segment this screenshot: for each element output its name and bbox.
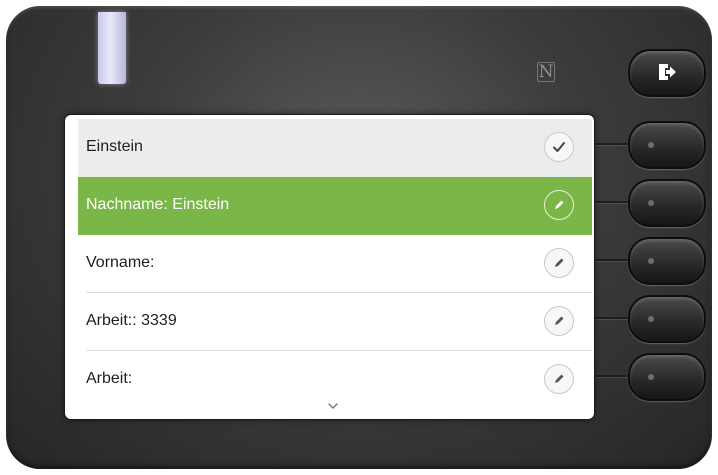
nfc-icon: N: [537, 62, 555, 82]
pencil-icon: [555, 200, 564, 209]
contact-name-header-row[interactable]: Einstein: [78, 119, 592, 177]
softkey-dot-icon: [648, 374, 654, 380]
list-item-arbeit-1[interactable]: Arbeit:: 3339: [78, 293, 592, 351]
softkey-dot-icon: [648, 316, 654, 322]
chevron-down-icon: [328, 403, 338, 410]
softkey-5-button[interactable]: [628, 353, 706, 401]
list-item-nachname[interactable]: Nachname: Einstein: [78, 177, 592, 235]
row-label: Vorname:: [86, 254, 155, 271]
edit-button[interactable]: [544, 364, 574, 394]
row-label: Nachname: Einstein: [86, 196, 230, 213]
softkey-dot-icon: [648, 258, 654, 264]
softkey-1-connector: [592, 143, 630, 145]
softkey-2-connector: [592, 201, 630, 203]
message-led-indicator: [98, 12, 126, 84]
softkey-5-connector: [592, 375, 630, 377]
edit-button[interactable]: [544, 190, 574, 220]
row-label: Arbeit:: 3339: [86, 312, 177, 329]
display-screen: Einstein Nachname: Einstein Vorname: Arb…: [65, 115, 594, 419]
phone-device-bezel: N Einstein Nachname: Einstein Vorname: A…: [6, 6, 712, 469]
confirm-button[interactable]: [544, 132, 574, 162]
pencil-icon: [555, 316, 564, 325]
softkey-2-button[interactable]: [628, 179, 706, 227]
softkey-4-connector: [592, 317, 630, 319]
pencil-icon: [555, 374, 564, 383]
pencil-icon: [555, 258, 564, 267]
softkey-3-connector: [592, 259, 630, 261]
softkey-1-button[interactable]: [628, 121, 706, 169]
softkey-4-button[interactable]: [628, 295, 706, 343]
exit-key-button[interactable]: [628, 49, 706, 97]
softkey-dot-icon: [648, 142, 654, 148]
edit-button[interactable]: [544, 306, 574, 336]
row-label: Arbeit:: [86, 370, 133, 387]
edit-button[interactable]: [544, 248, 574, 278]
softkey-3-button[interactable]: [628, 237, 706, 285]
row-label: Einstein: [86, 138, 143, 155]
list-item-vorname[interactable]: Vorname:: [78, 235, 592, 293]
exit-arrow-icon: [659, 64, 676, 80]
softkey-dot-icon: [648, 200, 654, 206]
check-icon: [553, 142, 565, 152]
